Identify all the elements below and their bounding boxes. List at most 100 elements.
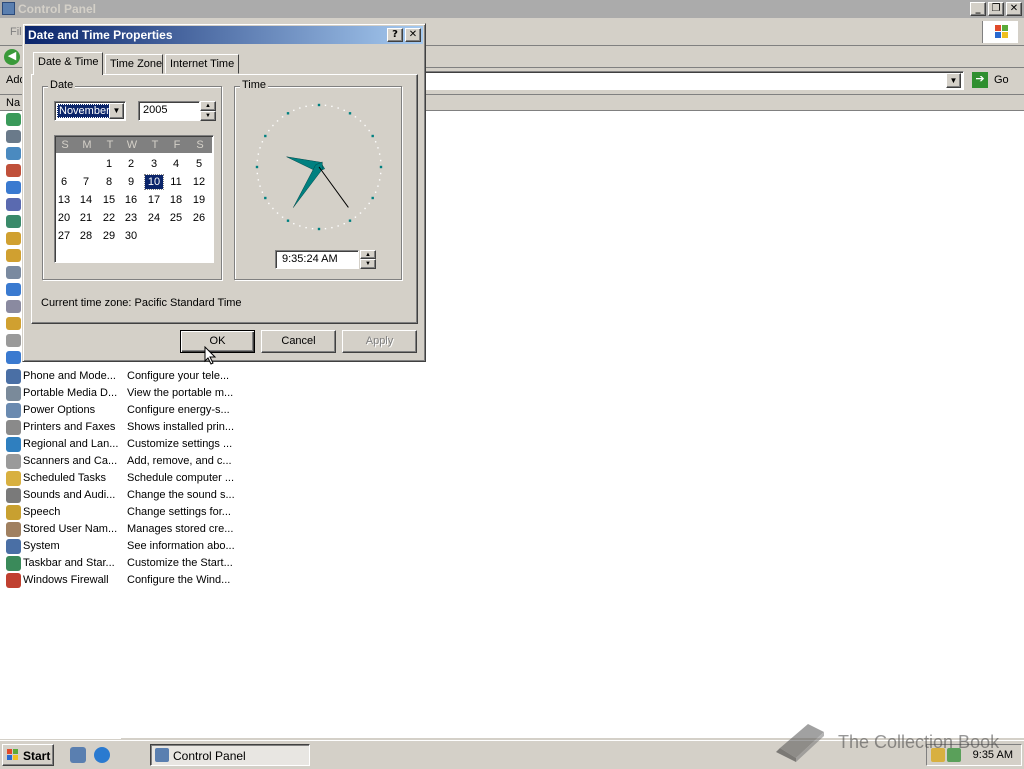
year-spinner[interactable]: ▲ ▼ (200, 101, 216, 121)
calendar-day[interactable]: 2 (122, 157, 140, 171)
list-item[interactable]: Printers and Faxes Shows installed prin..… (4, 419, 244, 436)
applet-icon[interactable] (6, 232, 21, 245)
apply-button[interactable]: Apply (342, 330, 417, 353)
list-item[interactable]: Regional and Lan... Customize settings ..… (4, 436, 244, 453)
calendar-day[interactable]: 22 (100, 211, 118, 225)
applet-icon[interactable] (6, 317, 21, 330)
timezone-value: Pacific Standard Time (134, 297, 242, 309)
applet-icon[interactable] (6, 266, 21, 279)
go-button[interactable]: ➔ Go (970, 71, 1018, 90)
main-titlebar[interactable]: Control Panel _ ❐ ✕ (0, 0, 1024, 18)
spin-down-icon[interactable]: ▼ (200, 111, 216, 121)
column-name-header[interactable]: Na (6, 97, 20, 109)
month-select[interactable]: November ▼ (54, 101, 126, 121)
calendar-day[interactable]: 19 (190, 193, 208, 207)
applet-icon[interactable] (6, 198, 21, 211)
back-arrow-icon[interactable]: ◀ (4, 49, 20, 65)
tab-time-zone[interactable]: Time Zone (105, 54, 163, 74)
list-item[interactable]: Scheduled Tasks Schedule computer ... (4, 470, 244, 487)
taskbar-button-control-panel[interactable]: Control Panel (150, 744, 310, 766)
quicklaunch-ie-icon[interactable] (94, 747, 110, 763)
list-item-name: Phone and Mode... (23, 370, 116, 382)
calendar-day[interactable]: 3 (145, 157, 163, 171)
cancel-button[interactable]: Cancel (261, 330, 336, 353)
calendar-day[interactable]: 24 (145, 211, 163, 225)
clock-minute-mark (257, 179, 260, 181)
tab-internet-time[interactable]: Internet Time (165, 54, 239, 74)
help-button[interactable]: ? (387, 28, 403, 42)
list-item[interactable]: System See information abo... (4, 538, 244, 555)
list-item[interactable]: Sounds and Audi... Change the sound s... (4, 487, 244, 504)
quicklaunch-explorer-icon[interactable] (70, 747, 86, 763)
close-button[interactable]: ✕ (1006, 2, 1022, 16)
calendar-day[interactable]: 9 (122, 175, 140, 189)
calendar-day[interactable]: 18 (167, 193, 185, 207)
applet-icon[interactable] (6, 283, 21, 296)
calendar-day[interactable]: 23 (122, 211, 140, 225)
dialog-titlebar[interactable]: Date and Time Properties ? ✕ (25, 26, 423, 44)
calendar-day[interactable]: 17 (145, 193, 163, 207)
calendar-day[interactable]: 11 (167, 175, 185, 189)
calendar-day[interactable]: 21 (77, 211, 95, 225)
applet-icon[interactable] (6, 113, 21, 126)
calendar-day[interactable]: 25 (167, 211, 185, 225)
minimize-button[interactable]: _ (970, 2, 986, 16)
applet-icon[interactable] (6, 130, 21, 143)
spin-down-icon[interactable]: ▼ (360, 259, 376, 269)
calendar-day[interactable]: 28 (77, 229, 95, 243)
calendar-day[interactable]: 5 (190, 157, 208, 171)
calendar-day[interactable]: 1 (100, 157, 118, 171)
time-input[interactable]: 9:35:24 AM (275, 250, 359, 269)
calendar-day[interactable]: 27 (55, 229, 73, 243)
applet-icon[interactable] (6, 334, 21, 347)
book-icon (776, 724, 824, 762)
calendar-day-selected[interactable]: 10 (144, 174, 164, 190)
calendar-day[interactable]: 13 (55, 193, 73, 207)
applet-icon[interactable] (6, 164, 21, 177)
list-item[interactable]: Scanners and Ca... Add, remove, and c... (4, 453, 244, 470)
list-item[interactable]: Windows Firewall Configure the Wind... (4, 572, 244, 589)
calendar-day[interactable]: 6 (55, 175, 73, 189)
calendar-day[interactable]: 30 (122, 229, 140, 243)
calendar-day[interactable]: 14 (77, 193, 95, 207)
list-item[interactable]: Phone and Mode... Configure your tele... (4, 368, 244, 385)
applet-icon[interactable] (6, 147, 21, 160)
tab-date-time[interactable]: Date & Time (33, 52, 103, 75)
list-item-description: Change settings for... (127, 506, 231, 518)
calendar-day[interactable]: 20 (55, 211, 73, 225)
applet-icon (6, 505, 21, 520)
month-calendar[interactable]: SMTWTFS 1 2 3 4 5 6 7 8 9 10 11 12 13 14 15 16 17 18 19 20 2… (54, 135, 214, 263)
calendar-day[interactable]: 15 (100, 193, 118, 207)
clock-minute-mark (359, 212, 362, 214)
control-panel-icon (155, 748, 169, 762)
list-item[interactable]: Portable Media D... View the portable m..… (4, 385, 244, 402)
calendar-day[interactable]: 4 (167, 157, 185, 171)
time-spinner[interactable]: ▲ ▼ (360, 250, 376, 269)
chevron-down-icon[interactable]: ▼ (109, 103, 124, 119)
spin-up-icon[interactable]: ▲ (200, 101, 216, 111)
calendar-day[interactable]: 29 (100, 229, 118, 243)
calendar-day[interactable]: 12 (190, 175, 208, 189)
restore-button[interactable]: ❐ (988, 2, 1004, 16)
calendar-day[interactable]: 8 (100, 175, 118, 189)
calendar-day[interactable]: 16 (122, 193, 140, 207)
applet-icon[interactable] (6, 351, 21, 364)
applet-icon[interactable] (6, 249, 21, 262)
calendar-day[interactable]: 26 (190, 211, 208, 225)
applet-icon[interactable] (6, 300, 21, 313)
chevron-down-icon[interactable]: ▼ (946, 73, 961, 88)
mouse-cursor-icon (204, 346, 217, 365)
clock-minute-mark (379, 172, 382, 175)
list-item[interactable]: Taskbar and Star... Customize the Start..… (4, 555, 244, 572)
year-input[interactable]: 2005 (138, 101, 200, 121)
list-item[interactable]: Power Options Configure energy-s... (4, 402, 244, 419)
list-item[interactable]: Speech Change settings for... (4, 504, 244, 521)
calendar-day[interactable]: 7 (77, 175, 95, 189)
applet-icon[interactable] (6, 215, 21, 228)
dialog-close-button[interactable]: ✕ (405, 28, 421, 42)
spin-up-icon[interactable]: ▲ (360, 250, 376, 259)
list-item[interactable]: Stored User Nam... Manages stored cre... (4, 521, 244, 538)
start-button[interactable]: Start (2, 744, 54, 766)
applet-icon[interactable] (6, 181, 21, 194)
clock-hour-mark (317, 103, 321, 107)
